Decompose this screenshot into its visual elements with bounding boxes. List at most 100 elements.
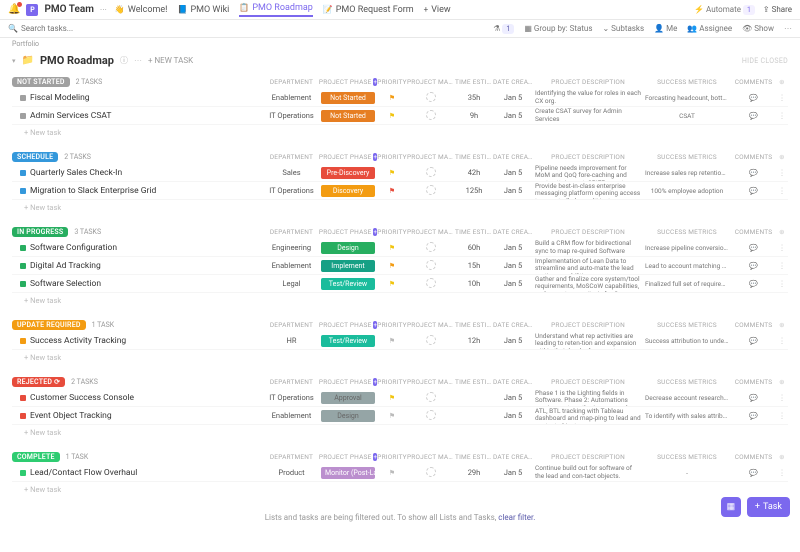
cell-date[interactable]: Jan 5 — [493, 393, 533, 402]
cell-date[interactable]: Jan 5 — [493, 111, 533, 120]
avatar-placeholder[interactable] — [426, 185, 436, 195]
task-name[interactable]: Admin Services CSAT — [30, 111, 111, 121]
cell-description[interactable]: Pipeline needs improvement for MoM and Q… — [533, 165, 643, 181]
priority-flag-icon[interactable]: ⚑ — [389, 94, 395, 102]
phase-badge[interactable]: Implement — [321, 260, 375, 272]
comment-icon[interactable]: 💬 — [749, 187, 758, 195]
group-header[interactable]: REJECTED ⟳ 2 TASKS DEPARTMENT PROJECT PH… — [12, 375, 788, 389]
row-more-icon[interactable]: ⋮ — [776, 93, 788, 102]
cell-department[interactable]: Product — [264, 468, 319, 477]
new-task-row[interactable]: + New task — [12, 200, 788, 215]
task-name[interactable]: Software Configuration — [30, 243, 117, 253]
hide-closed-toggle[interactable]: HIDE CLOSED — [742, 57, 788, 65]
nav-item-pmo-wiki[interactable]: 📘PMO Wiki — [178, 3, 230, 17]
task-row[interactable]: Event Object Tracking Enablement Design … — [12, 407, 788, 425]
more-icon[interactable]: ⋯ — [784, 24, 792, 33]
priority-flag-icon[interactable]: ⚑ — [389, 262, 395, 270]
task-name[interactable]: Quarterly Sales Check-In — [30, 168, 122, 178]
task-row[interactable]: Fiscal Modeling Enablement Not Started ⚑… — [12, 89, 788, 107]
cell-metrics[interactable]: - — [643, 469, 731, 477]
row-more-icon[interactable]: ⋮ — [776, 261, 788, 270]
new-task-button[interactable]: + NEW TASK — [148, 56, 193, 65]
phase-badge[interactable]: Test/Review — [321, 335, 375, 347]
row-more-icon[interactable]: ⋮ — [776, 186, 788, 195]
cell-description[interactable]: Provide best-in-class enterprise messagi… — [533, 183, 643, 199]
comment-icon[interactable]: 💬 — [749, 412, 758, 420]
comment-icon[interactable]: 💬 — [749, 280, 758, 288]
group-header[interactable]: COMPLETE 1 TASK DEPARTMENT PROJECT PHASE… — [12, 450, 788, 464]
cell-estimate[interactable]: 9h — [455, 111, 493, 120]
priority-flag-icon[interactable]: ⚑ — [389, 187, 395, 195]
filter-button[interactable]: ⚗ 1 — [493, 24, 514, 34]
task-row[interactable]: Customer Success Console IT Operations A… — [12, 389, 788, 407]
avatar-placeholder[interactable] — [426, 242, 436, 252]
priority-flag-icon[interactable]: ⚑ — [389, 412, 395, 420]
phase-badge[interactable]: Not Started — [321, 92, 375, 104]
cell-metrics[interactable]: Decrease account research time for CSMs … — [643, 394, 731, 402]
cell-metrics[interactable]: 100% employee adoption — [643, 187, 731, 195]
group-header[interactable]: UPDATE REQUIRED 1 TASK DEPARTMENT PROJEC… — [12, 318, 788, 332]
cell-description[interactable]: ATL, BTL tracking with Tableau dashboard… — [533, 408, 643, 424]
cell-metrics[interactable]: Success attribution to understand custom… — [643, 337, 731, 345]
comment-icon[interactable]: 💬 — [749, 469, 758, 477]
cell-estimate[interactable]: 42h — [455, 168, 493, 177]
add-column-icon[interactable]: ⊕ — [776, 321, 788, 329]
cell-estimate[interactable]: 10h — [455, 279, 493, 288]
cell-department[interactable]: Enablement — [264, 411, 319, 420]
phase-badge[interactable]: Design — [321, 410, 375, 422]
row-more-icon[interactable]: ⋮ — [776, 393, 788, 402]
groupby-button[interactable]: ▦ Group by: Status — [524, 24, 592, 33]
task-name[interactable]: Customer Success Console — [30, 393, 134, 403]
status-chip[interactable]: COMPLETE — [12, 452, 60, 462]
task-name[interactable]: Event Object Tracking — [30, 411, 112, 421]
cell-estimate[interactable]: 60h — [455, 243, 493, 252]
task-name[interactable]: Migration to Slack Enterprise Grid — [30, 186, 156, 196]
cell-description[interactable]: Build a CRM flow for bidirectional sync … — [533, 240, 643, 256]
status-chip[interactable]: REJECTED ⟳ — [12, 377, 65, 387]
team-name[interactable]: PMO Team — [44, 4, 93, 15]
add-column-icon[interactable]: ⊕ — [776, 228, 788, 236]
row-more-icon[interactable]: ⋮ — [776, 279, 788, 288]
phase-badge[interactable]: Discovery — [321, 185, 375, 197]
avatar-placeholder[interactable] — [426, 335, 436, 345]
cell-department[interactable]: Enablement — [264, 93, 319, 102]
notification-icon[interactable]: 🔔 — [8, 4, 20, 15]
row-more-icon[interactable]: ⋮ — [776, 243, 788, 252]
cell-estimate[interactable]: 35h — [455, 93, 493, 102]
cell-date[interactable]: Jan 5 — [493, 336, 533, 345]
add-column-icon[interactable]: ⊕ — [776, 378, 788, 386]
priority-flag-icon[interactable]: ⚑ — [389, 169, 395, 177]
task-row[interactable]: Digital Ad Tracking Enablement Implement… — [12, 257, 788, 275]
cell-estimate[interactable]: 125h — [455, 186, 493, 195]
cell-description[interactable]: Identifying the value for roles in each … — [533, 90, 643, 106]
status-chip[interactable]: IN PROGRESS — [12, 227, 68, 237]
comment-icon[interactable]: 💬 — [749, 394, 758, 402]
avatar-placeholder[interactable] — [426, 260, 436, 270]
cell-date[interactable]: Jan 5 — [493, 93, 533, 102]
avatar-placeholder[interactable] — [426, 392, 436, 402]
new-task-row[interactable]: + New task — [12, 350, 788, 365]
group-header[interactable]: NOT STARTED 2 TASKS DEPARTMENT PROJECT P… — [12, 75, 788, 89]
add-column-icon[interactable]: ⊕ — [776, 453, 788, 461]
task-row[interactable]: Migration to Slack Enterprise Grid IT Op… — [12, 182, 788, 200]
cell-department[interactable]: IT Operations — [264, 111, 319, 120]
task-name[interactable]: Digital Ad Tracking — [30, 261, 101, 271]
phase-badge[interactable]: Design — [321, 242, 375, 254]
status-chip[interactable]: NOT STARTED — [12, 77, 70, 87]
task-name[interactable]: Software Selection — [30, 279, 101, 289]
subtasks-button[interactable]: ⌄ Subtasks — [602, 24, 644, 33]
cell-date[interactable]: Jan 5 — [493, 411, 533, 420]
cell-metrics[interactable]: CSAT — [643, 112, 731, 120]
cell-department[interactable]: HR — [264, 336, 319, 345]
cell-description[interactable]: Gather and finalize core system/tool req… — [533, 276, 643, 292]
cell-metrics[interactable]: To identify with sales attribution varia… — [643, 412, 731, 420]
status-chip[interactable]: UPDATE REQUIRED — [12, 320, 86, 330]
cell-description[interactable]: Implementation of Lean Data to streamlin… — [533, 258, 643, 274]
cell-date[interactable]: Jan 5 — [493, 279, 533, 288]
phase-badge[interactable]: Not Started — [321, 110, 375, 122]
new-task-row[interactable]: + New task — [12, 482, 788, 497]
cell-department[interactable]: Engineering — [264, 243, 319, 252]
cell-department[interactable]: IT Operations — [264, 393, 319, 402]
cell-metrics[interactable]: Finalized full set of requirements for V… — [643, 280, 731, 288]
priority-flag-icon[interactable]: ⚑ — [389, 280, 395, 288]
